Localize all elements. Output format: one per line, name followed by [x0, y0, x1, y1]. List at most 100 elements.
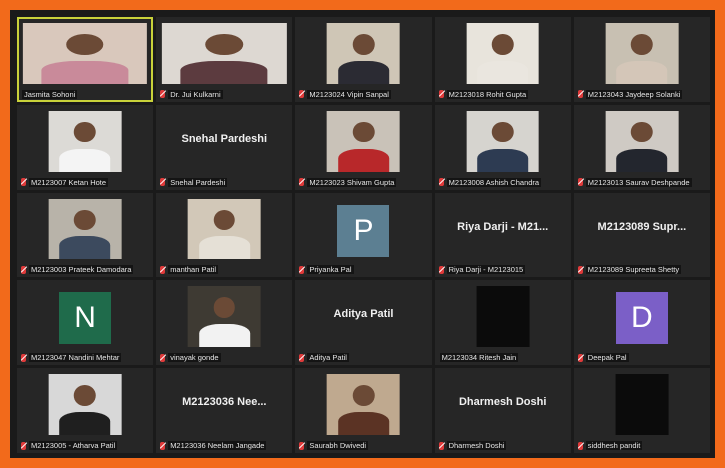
participant-tile[interactable]: M2123036 Nee... M2123036 Neelam Jangade: [156, 368, 293, 453]
participant-tile[interactable]: M2123089 Supr... M2123089 Supreeta Shetty: [573, 192, 710, 278]
participant-name-label: M2123023 Shivam Gupta: [299, 177, 427, 187]
mic-muted-icon: [160, 265, 166, 274]
participant-name: siddhesh pandit: [585, 441, 643, 450]
participant-name-label: M2123089 Supreeta Shetty: [577, 265, 706, 275]
mic-muted-icon: [299, 441, 305, 450]
participant-name-label: Saurabh Dwivedi: [299, 441, 427, 450]
participant-name: M2123008 Ashish Chandra: [446, 177, 542, 187]
participant-tile[interactable]: vinayak gonde: [156, 280, 293, 366]
participant-gallery: Jasmita Sohoni Dr. Jui Kulkarni M2123024 V…: [17, 17, 710, 453]
participant-avatar: N: [59, 292, 112, 345]
mic-muted-icon: [299, 265, 305, 274]
participant-video: [476, 286, 530, 348]
participant-name-label: vinayak gonde: [160, 353, 288, 363]
mic-muted-icon: [438, 265, 444, 274]
participant-name: M2123089 Supreeta Shetty: [585, 265, 682, 275]
participant-video: [48, 198, 122, 260]
participant-name: M2123023 Shivam Gupta: [307, 177, 397, 187]
mic-muted-icon: [577, 265, 583, 274]
mic-muted-icon: [577, 178, 583, 187]
participant-tile[interactable]: M2123018 Rohit Gupta: [434, 17, 571, 102]
participant-video: [48, 110, 122, 172]
participant-name-label: Snehal Pardeshi: [160, 177, 288, 187]
participant-name-label: Aditya Patil: [299, 353, 427, 363]
participant-display-name: Snehal Pardeshi: [181, 132, 268, 145]
participant-name: vinayak gonde: [168, 353, 221, 363]
participant-name: Snehal Pardeshi: [168, 177, 228, 187]
participant-video: [327, 374, 400, 435]
participant-tile[interactable]: M2123043 Jaydeep Solanki: [573, 17, 710, 102]
participant-name-label: M2123043 Jaydeep Solanki: [577, 89, 706, 99]
participant-name: M2123007 Ketan Hote: [29, 177, 109, 187]
participant-tile[interactable]: M2123005 - Atharva Patil: [17, 368, 154, 453]
participant-name: M2123013 Saurav Deshpande: [585, 177, 692, 187]
participant-avatar: P: [337, 204, 390, 257]
participant-name-label: manthan Patil: [160, 265, 288, 275]
participant-tile[interactable]: manthan Patil: [156, 192, 293, 278]
participant-tile[interactable]: P Priyanka Pal: [295, 192, 432, 278]
participant-tile[interactable]: M2123023 Shivam Gupta: [295, 104, 432, 190]
participant-display-name: M2123036 Nee...: [182, 396, 267, 409]
mic-muted-icon: [21, 178, 26, 187]
participant-name: Riya Darji - M2123015: [446, 265, 526, 275]
participant-tile[interactable]: Jasmita Sohoni: [17, 17, 154, 102]
participant-display-name: Aditya Patil: [333, 308, 394, 321]
participant-video: [22, 23, 148, 84]
participant-name-label: M2123003 Prateek Damodara: [21, 265, 149, 275]
participant-name: M2123036 Neelam Jangade: [168, 441, 267, 450]
participant-name: Dharmesh Doshi: [446, 441, 507, 450]
participant-tile[interactable]: siddhesh pandit: [573, 368, 710, 453]
participant-name-label: M2123008 Ashish Chandra: [438, 177, 567, 187]
meeting-window: Jasmita Sohoni Dr. Jui Kulkarni M2123024 V…: [10, 10, 715, 458]
participant-tile[interactable]: M2123013 Saurav Deshpande: [573, 104, 710, 190]
participant-display-name: M2123089 Supr...: [597, 220, 687, 233]
mic-muted-icon: [160, 178, 166, 187]
participant-tile[interactable]: M2123034 Ritesh Jain: [434, 280, 571, 366]
participant-name: Priyanka Pal: [307, 265, 354, 275]
participant-name-label: Priyanka Pal: [299, 265, 427, 275]
participant-video: [466, 23, 540, 84]
participant-video: [466, 110, 540, 172]
participant-tile[interactable]: Aditya Patil Aditya Patil: [295, 280, 432, 366]
participant-video: [615, 374, 669, 435]
participant-name: Deepak Pal: [585, 353, 629, 363]
participant-name-label: Jasmita Sohoni: [21, 89, 149, 99]
mic-muted-icon: [438, 90, 444, 99]
participant-tile[interactable]: M2123024 Vipin Sanpal: [295, 17, 432, 102]
participant-video: [605, 110, 679, 172]
mic-muted-icon: [160, 353, 166, 362]
participant-tile[interactable]: Dr. Jui Kulkarni: [156, 17, 293, 102]
participant-name-label: Deepak Pal: [577, 353, 706, 363]
participant-video: [48, 374, 122, 435]
participant-name-label: M2123013 Saurav Deshpande: [577, 177, 706, 187]
mic-muted-icon: [577, 441, 583, 450]
participant-name-label: Dharmesh Doshi: [438, 441, 567, 450]
participant-name: M2123005 - Atharva Patil: [29, 441, 118, 450]
mic-muted-icon: [438, 178, 444, 187]
mic-muted-icon: [160, 90, 166, 99]
mic-muted-icon: [299, 90, 305, 99]
participant-tile[interactable]: M2123008 Ashish Chandra: [434, 104, 571, 190]
participant-name: Aditya Patil: [307, 353, 349, 363]
participant-tile[interactable]: M2123003 Prateek Damodara: [17, 192, 154, 278]
participant-video: [187, 286, 261, 348]
participant-name: M2123034 Ritesh Jain: [439, 353, 519, 363]
participant-tile[interactable]: M2123007 Ketan Hote: [17, 104, 154, 190]
participant-tile[interactable]: Riya Darji - M21... Riya Darji - M2123015: [434, 192, 571, 278]
participant-name: Jasmita Sohoni: [22, 89, 78, 99]
participant-video: [605, 23, 679, 84]
participant-tile[interactable]: N M2123047 Nandini Mehtar: [17, 280, 154, 366]
mic-muted-icon: [21, 441, 26, 450]
mic-muted-icon: [160, 441, 166, 450]
mic-muted-icon: [21, 353, 26, 362]
participant-video: [187, 198, 261, 260]
participant-name-label: M2123007 Ketan Hote: [21, 177, 149, 187]
participant-tile[interactable]: D Deepak Pal: [573, 280, 710, 366]
participant-tile[interactable]: Snehal Pardeshi Snehal Pardeshi: [156, 104, 293, 190]
participant-name: M2123024 Vipin Sanpal: [307, 89, 391, 99]
participant-name: Saurabh Dwivedi: [307, 441, 369, 450]
mic-muted-icon: [21, 265, 26, 274]
participant-tile[interactable]: Saurabh Dwivedi: [295, 368, 432, 453]
participant-name-label: Riya Darji - M2123015: [438, 265, 567, 275]
participant-tile[interactable]: Dharmesh Doshi Dharmesh Doshi: [434, 368, 571, 453]
